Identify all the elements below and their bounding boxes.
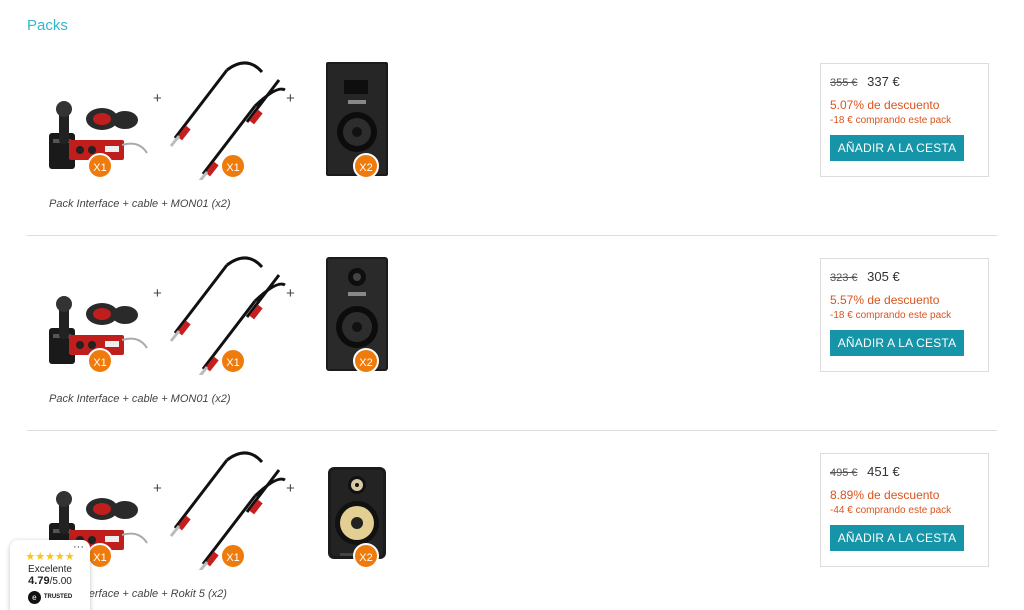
add-to-cart-button[interactable]: AÑADIR A LA CESTA: [830, 525, 964, 551]
trust-rating-widget[interactable]: ··· ★★★★★ Excelente 4.79/5.00 e TRUSTED: [10, 540, 90, 610]
add-to-cart-button[interactable]: AÑADIR A LA CESTA: [830, 135, 964, 161]
rating-scale: /5.00: [49, 576, 72, 587]
pack-card: + + X1 X1 X2 Pack Interface + cable + MO…: [27, 45, 997, 240]
pack-price: 451 €: [867, 464, 900, 479]
divider: [27, 235, 997, 236]
rating-value: 4.79: [28, 575, 50, 587]
plus-sign: +: [286, 90, 295, 107]
discount-percent: 8.89% de descuento: [830, 488, 940, 502]
pack-card: + + X1 X1 X2 Pack Interface + cable + MO…: [27, 240, 997, 435]
add-to-cart-button[interactable]: AÑADIR A LA CESTA: [830, 330, 964, 356]
trusted-shops-text: TRUSTED: [43, 594, 73, 600]
trusted-shops-icon: e: [27, 590, 41, 604]
plus-sign: +: [286, 285, 295, 302]
plus-sign: +: [153, 480, 162, 497]
quantity-badge: X1: [220, 543, 246, 569]
quantity-badge: X2: [353, 543, 379, 569]
quantity-badge: X1: [220, 348, 246, 374]
quantity-badge: X2: [353, 153, 379, 179]
discount-percent: 5.07% de descuento: [830, 98, 940, 112]
pack-card: + + X1 X1 X2 Pack Interface + cable + Ro…: [27, 435, 997, 610]
quantity-badge: X1: [220, 153, 246, 179]
discount-percent: 5.57% de descuento: [830, 293, 940, 307]
quantity-badge: X1: [87, 348, 113, 374]
quantity-badge: X1: [87, 153, 113, 179]
price-line: 495 € 451 €: [830, 464, 979, 484]
pack-name: Pack Interface + cable + MON01 (x2): [49, 198, 231, 210]
trusted-shops-logo: e TRUSTED: [20, 590, 80, 604]
plus-sign: +: [153, 285, 162, 302]
price-box: 355 € 337 € 5.07% de descuento -18 € com…: [820, 63, 989, 177]
price-line: 323 € 305 €: [830, 269, 979, 289]
saving-amount: -18 € comprando este pack: [830, 310, 952, 321]
quantity-badge: X1: [87, 543, 113, 569]
pack-name: Pack Interface + cable + MON01 (x2): [49, 393, 231, 405]
plus-sign: +: [286, 480, 295, 497]
plus-sign: +: [153, 90, 162, 107]
quantity-badge: X2: [353, 348, 379, 374]
price-box: 323 € 305 € 5.57% de descuento -18 € com…: [820, 258, 989, 372]
pack-price: 305 €: [867, 269, 900, 284]
price-box: 495 € 451 € 8.89% de descuento -44 € com…: [820, 453, 989, 567]
old-price: 355 €: [830, 77, 858, 89]
old-price: 323 €: [830, 272, 858, 284]
rating-score: 4.79/5.00: [10, 575, 90, 587]
more-options-icon[interactable]: ···: [73, 541, 84, 553]
divider: [27, 430, 997, 431]
pack-price: 337 €: [867, 74, 900, 89]
saving-amount: -18 € comprando este pack: [830, 115, 952, 126]
old-price: 495 €: [830, 467, 858, 479]
saving-amount: -44 € comprando este pack: [830, 505, 952, 516]
price-line: 355 € 337 €: [830, 74, 979, 94]
section-title: Packs: [27, 17, 68, 34]
rating-label: Excelente: [28, 564, 72, 575]
